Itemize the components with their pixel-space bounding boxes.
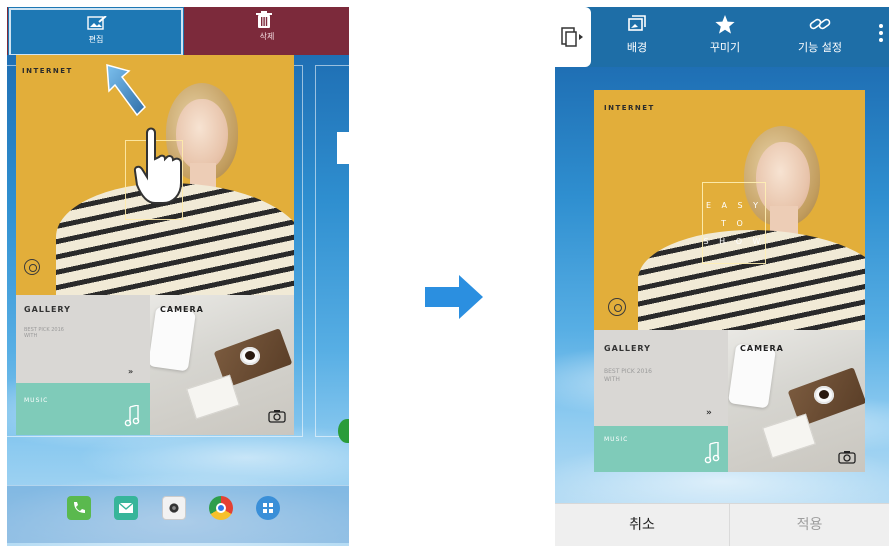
- right-phone-screen: 배경 꾸미기 기능 설정 INTERNET E A S Y T O S H O …: [555, 7, 889, 546]
- app-dock: [7, 485, 349, 543]
- internet-widget-preview[interactable]: INTERNET E A S Y T O S H O W GALLERY BES…: [594, 90, 865, 495]
- wallpaper-icon: [628, 15, 646, 31]
- chrome-icon: [608, 298, 626, 316]
- overlay-word-show: S H O W: [703, 237, 765, 246]
- gallery-more-icon: »: [128, 367, 134, 376]
- camera-app-icon[interactable]: [162, 496, 186, 520]
- internet-widget[interactable]: INTERNET GALLERY BEST PICK 2016 WITH » M…: [16, 55, 294, 440]
- gallery-title: GALLERY: [24, 305, 71, 314]
- internet-label: INTERNET: [22, 67, 73, 75]
- trash-icon: [256, 11, 272, 28]
- internet-label: INTERNET: [604, 104, 655, 112]
- camera-title: CAMERA: [740, 344, 784, 353]
- wallpaper-button[interactable]: 배경: [611, 7, 663, 67]
- photo-cup: [240, 347, 260, 365]
- left-phone-screen: 편집 삭제 INTERNET GALLERY BEST PICK 2016 WI…: [7, 7, 349, 546]
- wallpaper-label: 배경: [626, 41, 648, 54]
- music-title: MUSIC: [24, 397, 49, 404]
- phone-app-icon[interactable]: [67, 496, 91, 520]
- hand-pointer-icon: [133, 127, 182, 204]
- chrome-app-icon[interactable]: [209, 496, 233, 520]
- messages-app-icon[interactable]: [114, 496, 138, 520]
- function-settings-label: 기능 설정: [798, 41, 842, 54]
- star-icon: [715, 15, 735, 34]
- decorate-button[interactable]: 꾸미기: [697, 7, 753, 67]
- text-overlay-box: E A S Y T O S H O W: [702, 182, 766, 264]
- photo-cup: [814, 386, 834, 404]
- overlay-word-easy: E A S Y: [705, 201, 763, 210]
- camera-title: CAMERA: [160, 305, 204, 314]
- music-tile[interactable]: MUSIC: [594, 426, 728, 472]
- edit-button-label: 편집: [88, 35, 104, 44]
- gallery-title: GALLERY: [604, 344, 651, 353]
- apps-grid-icon[interactable]: [256, 496, 280, 520]
- music-title: MUSIC: [604, 436, 629, 443]
- partial-app-icon: [338, 419, 349, 443]
- gallery-tile[interactable]: GALLERY BEST PICK 2016 WITH »: [594, 330, 728, 426]
- page-outline-right: [315, 65, 349, 437]
- gallery-subtitle: BEST PICK 2016 WITH: [24, 327, 64, 340]
- gallery-tile[interactable]: GALLERY BEST PICK 2016 WITH »: [16, 295, 150, 383]
- delete-button[interactable]: 삭제: [185, 7, 349, 55]
- gallery-subtitle: BEST PICK 2016 WITH: [604, 368, 652, 383]
- photo-book: [186, 374, 240, 420]
- gallery-more-icon: »: [706, 408, 712, 418]
- photo-pillow: [150, 306, 196, 372]
- cancel-button[interactable]: 취소: [555, 504, 730, 546]
- poster-image: INTERNET E A S Y T O S H O W: [594, 90, 865, 330]
- decorate-label: 꾸미기: [709, 41, 741, 54]
- widget-edit-top-bar: 배경 꾸미기 기능 설정: [555, 7, 889, 67]
- widget-preview-area: INTERNET E A S Y T O S H O W GALLERY BES…: [555, 67, 889, 503]
- camera-tile[interactable]: CAMERA: [728, 330, 865, 472]
- chrome-icon: [24, 259, 40, 275]
- overlay-word-to: T O: [721, 219, 747, 228]
- photo-book: [762, 413, 816, 459]
- tutorial-figure: 편집 삭제 INTERNET GALLERY BEST PICK 2016 WI…: [0, 0, 889, 546]
- next-page-widget-edge: [337, 132, 349, 164]
- edit-button[interactable]: 편집: [9, 8, 183, 56]
- camera-tile[interactable]: CAMERA: [150, 295, 294, 435]
- photo-pillow: [728, 343, 776, 409]
- widget-switch-icon: [561, 27, 583, 47]
- camera-icon: [268, 410, 286, 423]
- link-icon: [809, 18, 831, 30]
- function-settings-button[interactable]: 기능 설정: [785, 7, 855, 67]
- camera-icon: [838, 451, 856, 464]
- portrait-neck: [770, 206, 798, 234]
- edit-image-icon: [87, 16, 107, 30]
- music-note-icon: [124, 405, 140, 427]
- delete-button-label: 삭제: [259, 32, 275, 41]
- bottom-action-bar: 취소 적용: [555, 503, 889, 546]
- edit-mode-top-bar: 편집 삭제: [7, 7, 349, 56]
- apply-button[interactable]: 적용: [730, 504, 889, 546]
- widget-switch-button[interactable]: [555, 7, 591, 67]
- more-options-icon[interactable]: [877, 21, 885, 51]
- music-note-icon: [704, 442, 720, 464]
- right-arrow-icon: [425, 275, 483, 319]
- tap-hint-arrow-icon: [106, 63, 146, 117]
- music-tile[interactable]: MUSIC: [16, 383, 150, 435]
